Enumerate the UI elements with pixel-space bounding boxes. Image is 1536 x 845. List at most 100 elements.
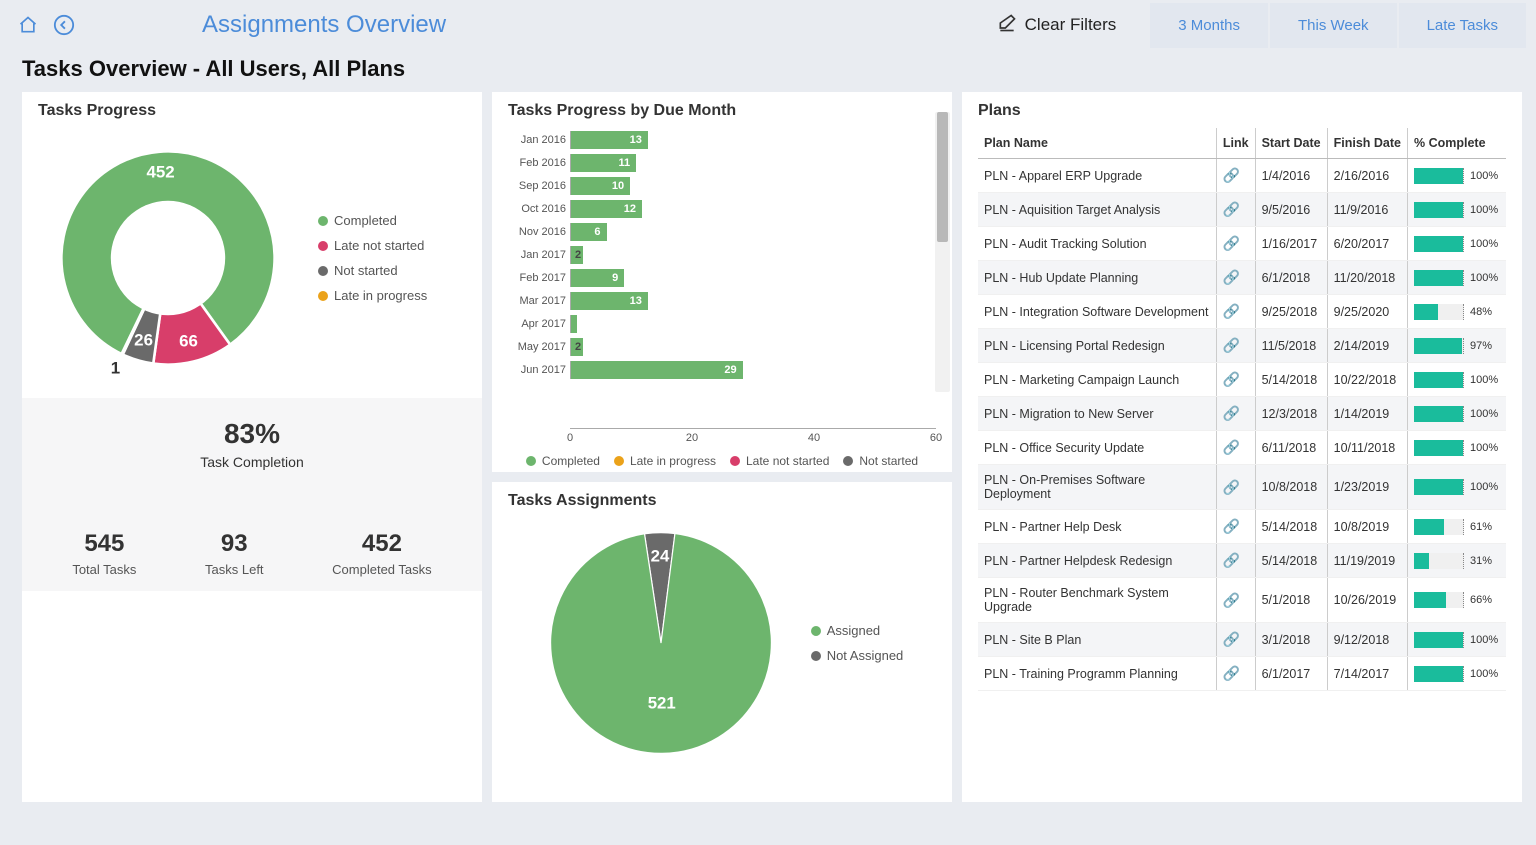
legend-item: Not started: [859, 454, 918, 468]
swatch-completed-icon: [526, 456, 536, 466]
table-row[interactable]: PLN - Office Security Update🔗6/11/201810…: [978, 431, 1506, 465]
bar-row[interactable]: May 20172: [570, 335, 926, 358]
tasks-progress-title: Tasks Progress: [38, 102, 466, 120]
tasks-assignments-legend: Assigned Not Assigned: [811, 623, 904, 663]
tasks-assignments-pie[interactable]: 24521: [541, 523, 781, 763]
plan-name: PLN - Site B Plan: [978, 623, 1216, 657]
col-pct[interactable]: % Complete: [1408, 128, 1507, 159]
plans-table: Plan Name Link Start Date Finish Date % …: [978, 128, 1506, 691]
link-icon[interactable]: 🔗: [1223, 518, 1240, 534]
page-heading: Tasks Overview - All Users, All Plans: [0, 50, 1536, 92]
table-row[interactable]: PLN - Apparel ERP Upgrade🔗1/4/20162/16/2…: [978, 159, 1506, 193]
clear-filters-label: Clear Filters: [1025, 15, 1117, 35]
plan-name: PLN - Aquisition Target Analysis: [978, 193, 1216, 227]
back-icon[interactable]: [46, 14, 82, 36]
plan-name: PLN - Training Programm Planning: [978, 657, 1216, 691]
plan-name: PLN - Router Benchmark System Upgrade: [978, 578, 1216, 623]
bar-row[interactable]: Jun 201729: [570, 358, 926, 381]
bar-row[interactable]: Feb 20179: [570, 266, 926, 289]
col-plan-name[interactable]: Plan Name: [978, 128, 1216, 159]
bar-category: Jun 2017: [508, 364, 566, 376]
legend-late-in-progress: Late in progress: [334, 288, 427, 303]
link-icon[interactable]: 🔗: [1223, 201, 1240, 217]
bar-row[interactable]: Sep 201610: [570, 174, 926, 197]
link-icon[interactable]: 🔗: [1223, 631, 1240, 647]
link-icon[interactable]: 🔗: [1223, 337, 1240, 353]
home-icon[interactable]: [10, 15, 46, 35]
tab-3months[interactable]: 3 Months: [1150, 3, 1268, 48]
link-icon[interactable]: 🔗: [1223, 665, 1240, 681]
link-icon[interactable]: 🔗: [1223, 167, 1240, 183]
swatch-late-in-progress: [318, 291, 328, 301]
table-row[interactable]: PLN - Licensing Portal Redesign🔗11/5/201…: [978, 329, 1506, 363]
plan-start: 12/3/2018: [1255, 397, 1327, 431]
completion-panel: 83% Task Completion 545Total Tasks93Task…: [22, 398, 482, 591]
tab-this-week[interactable]: This Week: [1270, 3, 1397, 48]
link-icon[interactable]: 🔗: [1223, 371, 1240, 387]
table-row[interactable]: PLN - On-Premises Software Deployment🔗10…: [978, 465, 1506, 510]
link-icon[interactable]: 🔗: [1223, 479, 1240, 495]
swatch-not-started: [318, 266, 328, 276]
plan-finish: 1/23/2019: [1327, 465, 1407, 510]
link-icon[interactable]: 🔗: [1223, 269, 1240, 285]
col-start[interactable]: Start Date: [1255, 128, 1327, 159]
tasks-assignments-title: Tasks Assignments: [508, 492, 936, 510]
pct-cell: 100%: [1414, 440, 1500, 456]
bar-category: Jan 2017: [508, 249, 566, 261]
col-link[interactable]: Link: [1216, 128, 1255, 159]
stat: 452Completed Tasks: [332, 530, 431, 577]
chart-scrollbar[interactable]: [935, 112, 950, 392]
pct-cell: 100%: [1414, 236, 1500, 252]
link-icon[interactable]: 🔗: [1223, 439, 1240, 455]
link-icon[interactable]: 🔗: [1223, 303, 1240, 319]
pct-cell: 100%: [1414, 168, 1500, 184]
plan-finish: 10/11/2018: [1327, 431, 1407, 465]
link-icon[interactable]: 🔗: [1223, 552, 1240, 568]
tasks-by-month-legend: Completed Late in progress Late not star…: [508, 454, 936, 468]
table-row[interactable]: PLN - Partner Help Desk🔗5/14/201810/8/20…: [978, 510, 1506, 544]
link-icon[interactable]: 🔗: [1223, 592, 1240, 608]
plan-finish: 6/20/2017: [1327, 227, 1407, 261]
pct-cell: 100%: [1414, 372, 1500, 388]
tasks-by-month-card: Tasks Progress by Due Month Jan 201613Fe…: [492, 92, 952, 472]
plan-finish: 1/14/2019: [1327, 397, 1407, 431]
completion-pct: 83%: [38, 418, 466, 450]
bar-row[interactable]: Apr 2017: [570, 312, 926, 335]
link-icon[interactable]: 🔗: [1223, 405, 1240, 421]
table-row[interactable]: PLN - Marketing Campaign Launch🔗5/14/201…: [978, 363, 1506, 397]
bar-row[interactable]: Jan 201613: [570, 128, 926, 151]
plan-name: PLN - Partner Help Desk: [978, 510, 1216, 544]
col-finish[interactable]: Finish Date: [1327, 128, 1407, 159]
page-title-link[interactable]: Assignments Overview: [202, 11, 446, 39]
bar-category: Sep 2016: [508, 180, 566, 192]
plan-finish: 11/20/2018: [1327, 261, 1407, 295]
bar-row[interactable]: Mar 201713: [570, 289, 926, 312]
bar-row[interactable]: Oct 201612: [570, 197, 926, 220]
link-icon[interactable]: 🔗: [1223, 235, 1240, 251]
clear-filters-button[interactable]: Clear Filters: [983, 7, 1131, 44]
table-row[interactable]: PLN - Router Benchmark System Upgrade🔗5/…: [978, 578, 1506, 623]
swatch-not-assigned: [811, 651, 821, 661]
table-row[interactable]: PLN - Training Programm Planning🔗6/1/201…: [978, 657, 1506, 691]
bar-row[interactable]: Nov 20166: [570, 220, 926, 243]
table-row[interactable]: PLN - Partner Helpdesk Redesign🔗5/14/201…: [978, 544, 1506, 578]
stat-label: Completed Tasks: [332, 562, 431, 577]
plan-finish: 11/19/2019: [1327, 544, 1407, 578]
bar-row[interactable]: Jan 20172: [570, 243, 926, 266]
tasks-progress-donut[interactable]: 45266261: [38, 128, 298, 388]
table-row[interactable]: PLN - Aquisition Target Analysis🔗9/5/201…: [978, 193, 1506, 227]
table-row[interactable]: PLN - Integration Software Development🔗9…: [978, 295, 1506, 329]
table-row[interactable]: PLN - Hub Update Planning🔗6/1/201811/20/…: [978, 261, 1506, 295]
pct-cell: 61%: [1414, 519, 1500, 535]
plan-start: 6/1/2018: [1255, 261, 1327, 295]
table-row[interactable]: PLN - Migration to New Server🔗12/3/20181…: [978, 397, 1506, 431]
pct-cell: 100%: [1414, 632, 1500, 648]
legend-not-started: Not started: [334, 263, 398, 278]
table-row[interactable]: PLN - Audit Tracking Solution🔗1/16/20176…: [978, 227, 1506, 261]
plans-title: Plans: [978, 102, 1506, 120]
pct-cell: 100%: [1414, 666, 1500, 682]
tab-late-tasks[interactable]: Late Tasks: [1399, 3, 1526, 48]
tasks-by-month-chart[interactable]: Jan 201613Feb 201611Sep 201610Oct 201612…: [508, 128, 936, 428]
bar-row[interactable]: Feb 201611: [570, 151, 926, 174]
table-row[interactable]: PLN - Site B Plan🔗3/1/20189/12/2018100%: [978, 623, 1506, 657]
